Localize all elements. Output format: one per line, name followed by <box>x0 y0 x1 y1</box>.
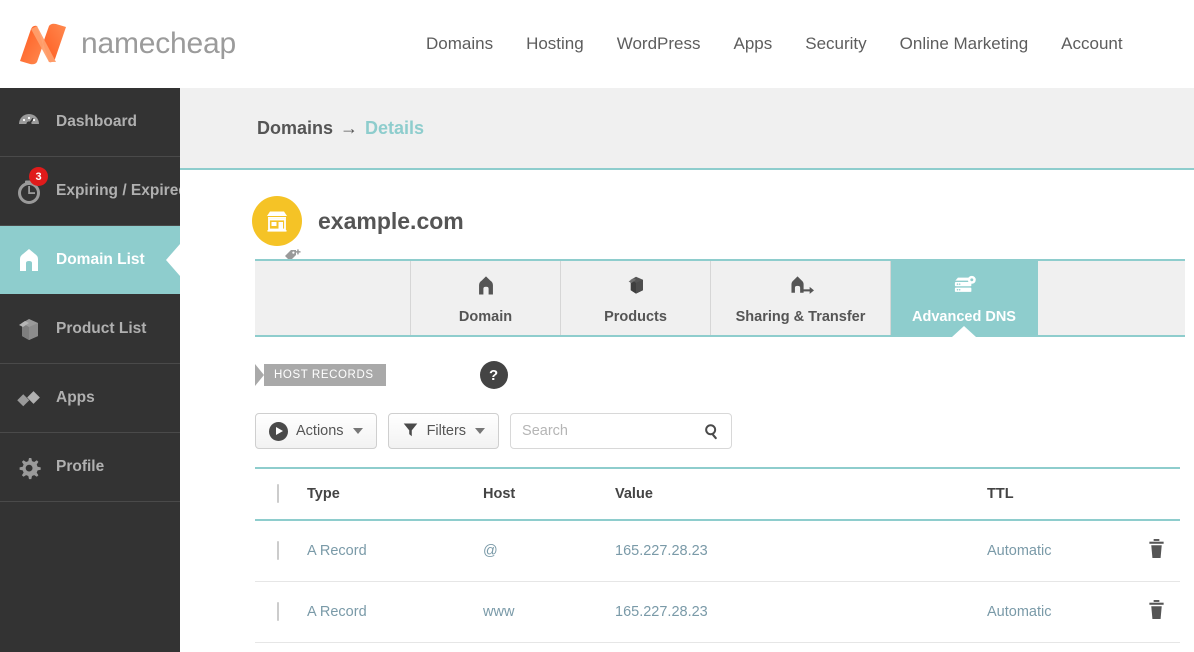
host-records-ribbon: HOST RECORDS <box>255 364 386 386</box>
tab-label: Domain <box>459 309 512 325</box>
column-header-host: Host <box>483 486 615 502</box>
breadcrumb-current: Details <box>365 118 424 138</box>
gauge-icon <box>14 107 44 137</box>
sidebar-item-apps[interactable]: Apps <box>0 364 180 433</box>
breadcrumb-root[interactable]: Domains <box>257 118 333 138</box>
gear-icon <box>14 452 44 482</box>
breadcrumb: Domains → Details <box>257 118 424 139</box>
nav-item-account[interactable]: Account <box>1061 34 1122 54</box>
breadcrumb-bar: Domains → Details <box>180 88 1194 170</box>
cell-host[interactable]: www <box>483 604 615 620</box>
host-records-table: Type Host Value TTL A Record @ 165.227.2… <box>255 467 1180 643</box>
search-input[interactable] <box>511 414 731 448</box>
sidebar-item-label: Profile <box>56 458 104 476</box>
sidebar-item-label: Domain List <box>56 251 145 269</box>
tab-domain[interactable]: Domain <box>411 261 561 335</box>
records-toolbar: Actions Filters <box>255 413 732 449</box>
house-icon <box>473 272 499 303</box>
magnifier-icon[interactable] <box>703 423 721 446</box>
row-actions <box>1137 599 1180 626</box>
search-box[interactable] <box>510 413 732 449</box>
breadcrumb-separator: → <box>340 118 358 138</box>
brand-name: namecheap <box>81 27 236 61</box>
tab-label: Advanced DNS <box>912 309 1016 325</box>
column-header-type: Type <box>307 486 483 502</box>
play-circle-icon <box>269 422 288 441</box>
sidebar: Dashboard 3 Expiring / Expired Domain Li… <box>0 88 180 652</box>
column-header-ttl: TTL <box>987 486 1137 502</box>
cell-ttl[interactable]: Automatic <box>987 604 1137 620</box>
actions-label: Actions <box>296 423 344 439</box>
diamonds-icon <box>14 383 44 413</box>
table-row[interactable]: A Record www 165.227.28.23 Automatic <box>255 582 1180 643</box>
trash-icon[interactable] <box>1147 538 1166 565</box>
sidebar-item-label: Expiring / Expired <box>56 182 188 200</box>
main-content: Domains → Details example.com <box>180 88 1194 652</box>
row-actions <box>1137 538 1180 565</box>
tab-spacer-right <box>1038 261 1185 335</box>
trash-icon[interactable] <box>1147 599 1166 626</box>
chevron-down-icon <box>475 428 485 434</box>
sidebar-item-label: Dashboard <box>56 113 137 131</box>
column-header-value: Value <box>615 486 987 502</box>
cell-type[interactable]: A Record <box>307 604 483 620</box>
clock-icon: 3 <box>14 176 44 206</box>
cell-type[interactable]: A Record <box>307 543 483 559</box>
cell-value[interactable]: 165.227.28.23 <box>615 543 987 559</box>
server-gear-icon <box>949 272 979 303</box>
sidebar-item-product-list[interactable]: Product List <box>0 295 180 364</box>
nav-item-apps[interactable]: Apps <box>733 34 772 54</box>
select-all-checkbox[interactable] <box>277 484 279 503</box>
help-button[interactable]: ? <box>480 361 508 389</box>
row-checkbox[interactable] <box>277 541 279 560</box>
namecheap-n-logo-icon <box>17 23 69 65</box>
box-icon <box>623 272 649 303</box>
tab-label: Sharing & Transfer <box>736 309 866 325</box>
page-title: example.com <box>318 208 464 235</box>
tab-label: Products <box>604 309 667 325</box>
nav-item-online-marketing[interactable]: Online Marketing <box>900 34 1029 54</box>
nav-item-wordpress[interactable]: WordPress <box>617 34 701 54</box>
nav-item-hosting[interactable]: Hosting <box>526 34 584 54</box>
detail-tabs: Domain Products Sharing & T <box>255 259 1185 337</box>
nav-item-security[interactable]: Security <box>805 34 866 54</box>
tab-spacer-left <box>255 261 411 335</box>
tab-products[interactable]: Products <box>561 261 711 335</box>
top-navigation: Domains Hosting WordPress Apps Security … <box>426 34 1123 54</box>
sidebar-item-label: Apps <box>56 389 95 407</box>
sidebar-item-domain-list[interactable]: Domain List <box>0 226 180 295</box>
filters-button[interactable]: Filters <box>388 413 499 449</box>
tab-sharing-transfer[interactable]: Sharing & Transfer <box>711 261 891 335</box>
row-checkbox[interactable] <box>277 602 279 621</box>
box-icon <box>14 314 44 344</box>
section-header-row: HOST RECORDS ? <box>255 361 508 389</box>
actions-button[interactable]: Actions <box>255 413 377 449</box>
row-select-cell <box>255 603 307 621</box>
chevron-down-icon <box>353 428 363 434</box>
domain-header: example.com <box>252 196 1194 246</box>
cell-ttl[interactable]: Automatic <box>987 543 1137 559</box>
active-indicator-notch <box>166 244 180 276</box>
filters-label: Filters <box>427 423 466 439</box>
house-arrow-icon <box>786 272 816 303</box>
top-header: namecheap Domains Hosting WordPress Apps… <box>0 0 1194 88</box>
house-icon <box>14 245 44 275</box>
table-header: Type Host Value TTL <box>255 467 1180 521</box>
expiring-count-badge: 3 <box>29 167 48 186</box>
storefront-icon <box>252 196 302 246</box>
cell-host[interactable]: @ <box>483 543 615 559</box>
active-tab-notch <box>952 326 976 337</box>
sidebar-item-profile[interactable]: Profile <box>0 433 180 502</box>
funnel-icon <box>402 421 419 442</box>
nav-item-domains[interactable]: Domains <box>426 34 493 54</box>
row-select-cell <box>255 542 307 560</box>
cell-value[interactable]: 165.227.28.23 <box>615 604 987 620</box>
table-row[interactable]: A Record @ 165.227.28.23 Automatic <box>255 521 1180 582</box>
sidebar-item-dashboard[interactable]: Dashboard <box>0 88 180 157</box>
sidebar-item-label: Product List <box>56 320 146 338</box>
brand-logo[interactable]: namecheap <box>17 23 236 65</box>
select-all-cell <box>255 485 307 503</box>
tab-advanced-dns[interactable]: Advanced DNS <box>891 261 1038 335</box>
sidebar-item-expiring-expired[interactable]: 3 Expiring / Expired <box>0 157 180 226</box>
